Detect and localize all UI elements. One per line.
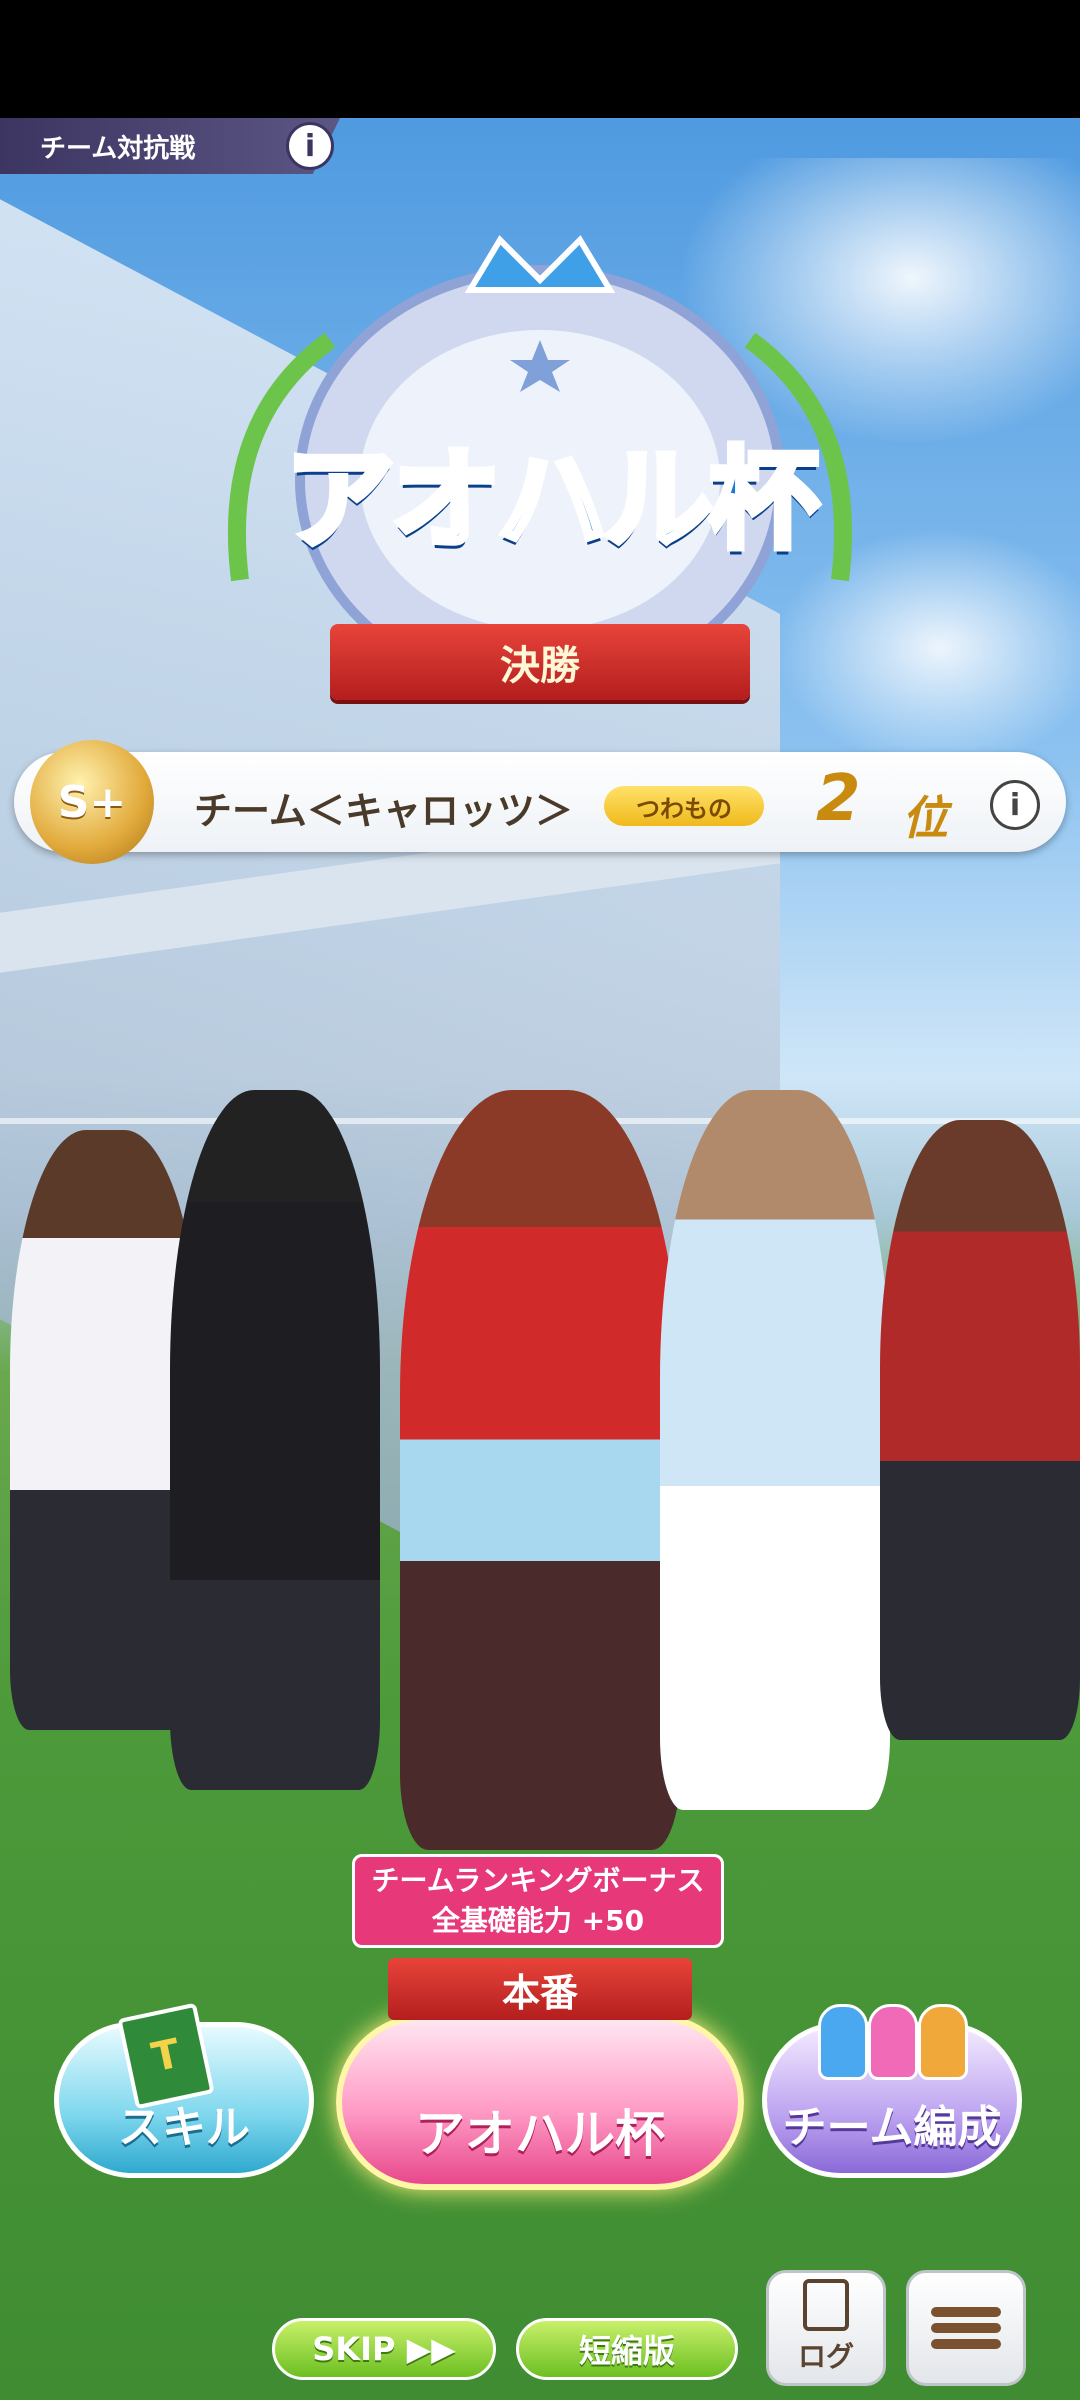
bonus-value: 全基礎能力 +50: [431, 1904, 645, 1937]
rank-info-button[interactable]: i: [990, 780, 1040, 830]
hamburger-icon: [931, 2301, 1001, 2355]
ranking-bonus-tooltip: チームランキングボーナス 全基礎能力 +50: [352, 1854, 724, 1948]
team-name: チーム＜キャロッツ＞: [194, 789, 573, 833]
team-rank-number: 2: [816, 762, 861, 836]
skip-button[interactable]: SKIP ▶▶: [272, 2318, 496, 2380]
team-formation-label: チーム編成: [782, 2102, 1002, 2153]
race-button-label: アオハル杯: [415, 2105, 665, 2163]
log-icon: [803, 2279, 849, 2331]
mode-label-text: チーム対抗戦: [40, 133, 196, 164]
log-button[interactable]: ログ: [766, 2270, 886, 2386]
race-type-ribbon: 本番: [388, 1958, 692, 2020]
mode-info-button[interactable]: i: [286, 122, 334, 170]
character-3: [400, 1090, 680, 1850]
team-class-badge: つわもの: [604, 786, 764, 826]
event-logo-text: アオハル杯: [282, 433, 822, 567]
log-button-label: ログ: [797, 2340, 854, 2373]
bonus-title: チームランキングボーナス: [371, 1864, 705, 1897]
stage-ribbon: 決勝: [330, 624, 750, 700]
team-mascots-icon: [818, 2004, 968, 2084]
team-rank-unit: 位: [902, 791, 948, 845]
character-2: [170, 1090, 380, 1790]
short-version-button[interactable]: 短縮版: [516, 2318, 738, 2380]
rank-medal-icon: S+: [30, 740, 154, 864]
aoharu-cup-race-button[interactable]: アオハル杯: [336, 2014, 744, 2190]
character-5: [880, 1120, 1080, 1740]
menu-button[interactable]: [906, 2270, 1026, 2386]
character-4: [660, 1090, 890, 1810]
